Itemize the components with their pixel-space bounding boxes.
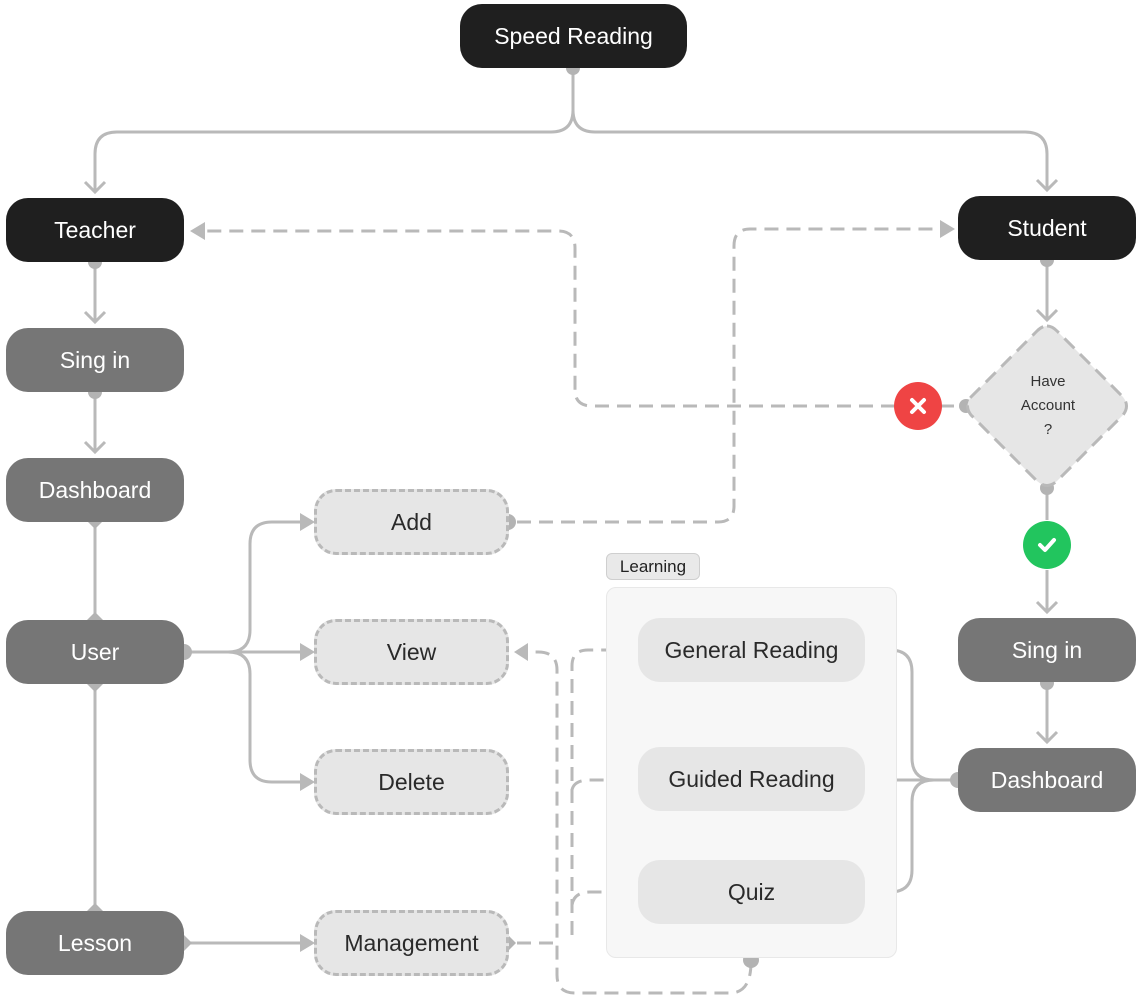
edge-root-teacher (93, 68, 575, 192)
close-icon (910, 398, 926, 414)
decision-line-1: Have (1030, 373, 1066, 390)
check-icon (1038, 538, 1056, 552)
node-delete[interactable]: Delete (314, 749, 509, 815)
node-add[interactable]: Add (314, 489, 509, 555)
node-student[interactable]: Student (958, 196, 1136, 260)
edge-root-student (571, 109, 1049, 190)
node-student-dashboard[interactable]: Dashboard (958, 748, 1136, 812)
yes-badge (1023, 521, 1071, 569)
node-general-reading[interactable]: General Reading (638, 618, 865, 682)
node-teacher-dashboard[interactable]: Dashboard (6, 458, 184, 522)
no-badge (894, 382, 942, 430)
node-view[interactable]: View (314, 619, 509, 685)
decision-line-2: Account (1020, 397, 1076, 414)
node-teacher[interactable]: Teacher (6, 198, 184, 262)
node-management[interactable]: Management (314, 910, 509, 976)
decision-line-3: ? (1043, 421, 1053, 438)
node-user[interactable]: User (6, 620, 184, 684)
node-guided-reading[interactable]: Guided Reading (638, 747, 865, 811)
node-speed-reading[interactable]: Speed Reading (460, 4, 687, 68)
learning-group-label: Learning (606, 553, 700, 580)
node-quiz[interactable]: Quiz (638, 860, 865, 924)
edge-user-add (184, 520, 306, 654)
node-lesson[interactable]: Lesson (6, 911, 184, 975)
edge-user-delete (227, 650, 306, 784)
node-teacher-sign-in[interactable]: Sing in (6, 328, 184, 392)
decision-have-account[interactable]: Have Account ? (990, 370, 1106, 442)
edge-no-teacher (205, 229, 895, 408)
edge-add-student (517, 227, 944, 524)
node-student-sign-in[interactable]: Sing in (958, 618, 1136, 682)
